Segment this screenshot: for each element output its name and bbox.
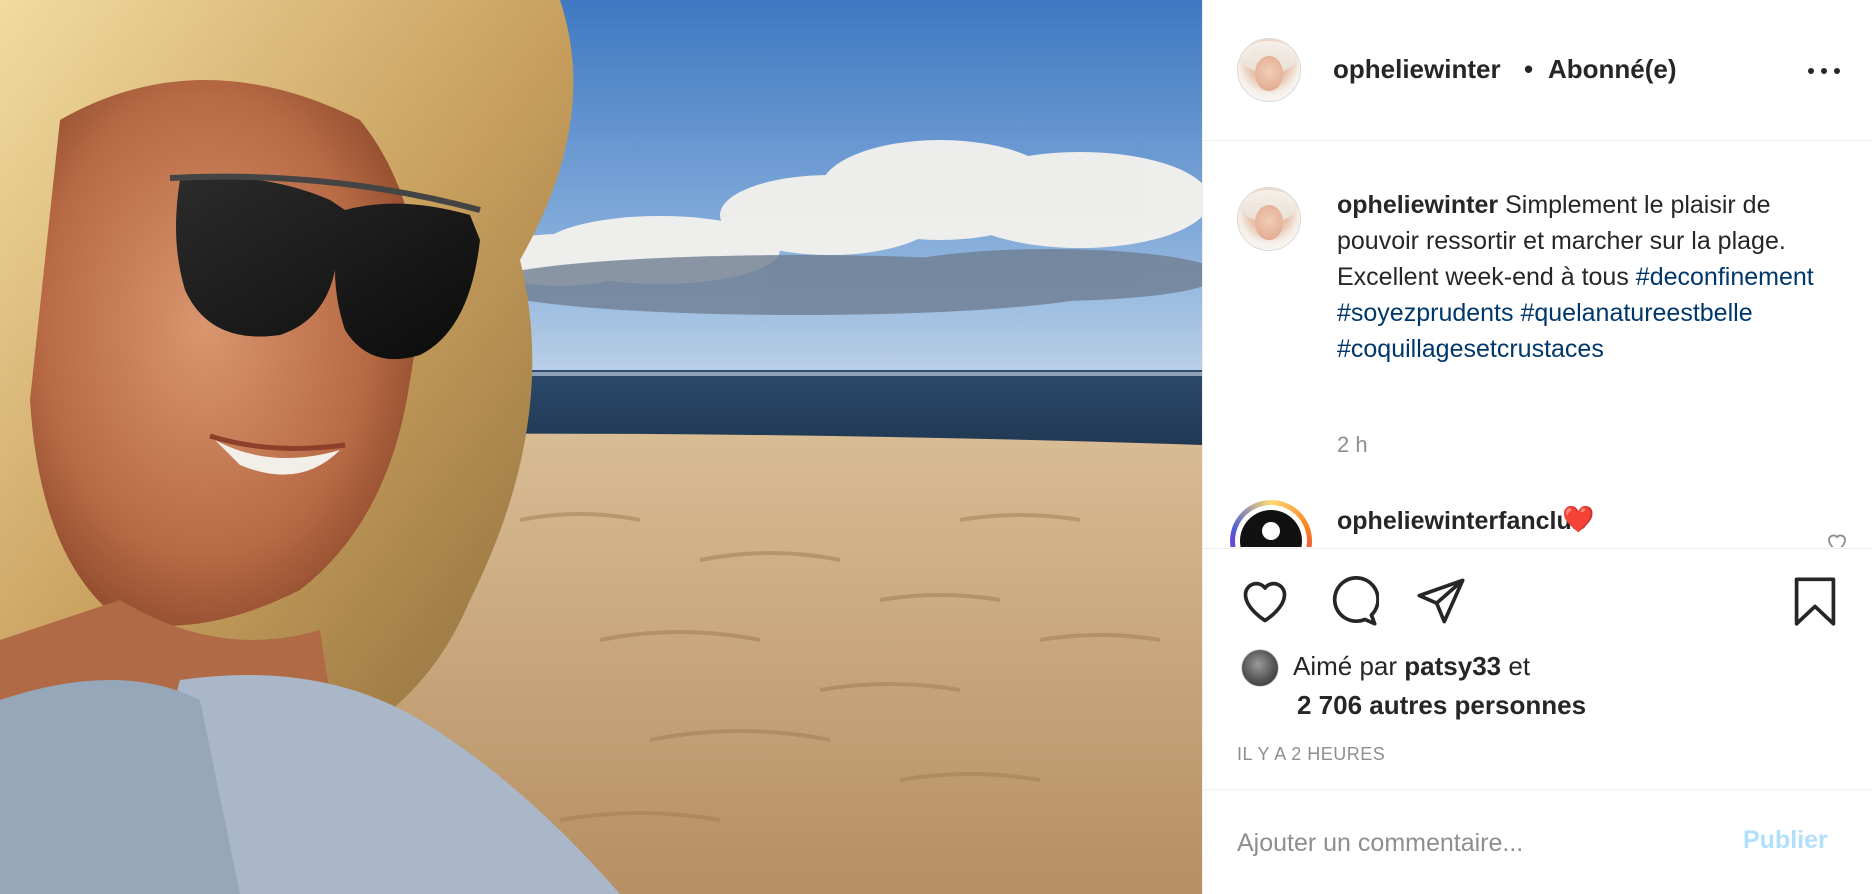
avatar-face [1255, 56, 1283, 92]
author-avatar[interactable] [1237, 38, 1301, 102]
bookmark-icon[interactable] [1789, 575, 1841, 627]
likes-conjunction: et [1508, 651, 1531, 681]
post-photo[interactable] [0, 0, 1202, 894]
hashtag-link[interactable]: #coquillagesetcrustaces [1337, 335, 1604, 363]
separator-dot: • [1524, 54, 1534, 84]
more-horizontal-icon[interactable] [1806, 54, 1842, 86]
hashtag-link[interactable]: #soyezprudents [1337, 299, 1514, 327]
hashtag-link[interactable]: #quelanatureestbelle [1520, 299, 1752, 327]
likes-prefix: Aimé par [1293, 651, 1398, 681]
comment-like-heart-icon[interactable] [1825, 530, 1849, 547]
post-header: opheliewinter • Abonné(e) [1203, 0, 1872, 141]
likes-count-link[interactable]: 2 706 autres personnes [1297, 690, 1586, 721]
commenter-avatar[interactable] [1230, 500, 1312, 547]
post-actions: Aimé par patsy33 et 2 706 autres personn… [1203, 548, 1872, 894]
comment-input[interactable] [1237, 820, 1717, 866]
send-icon[interactable] [1415, 575, 1467, 627]
first-liker-link[interactable]: patsy33 [1404, 651, 1501, 681]
caption-author-avatar[interactable] [1237, 187, 1301, 251]
caption-username[interactable]: opheliewinter [1337, 191, 1498, 219]
likes-summary-line: Aimé par patsy33 et [1293, 651, 1530, 682]
post-caption: opheliewinter Simplement le plaisir de p… [1337, 187, 1837, 367]
author-username[interactable]: opheliewinter [1333, 54, 1501, 85]
avatar-face [1255, 205, 1283, 241]
heart-icon[interactable] [1239, 575, 1291, 627]
caption-time: 2 h [1337, 432, 1368, 457]
hashtag-link[interactable]: #deconfinement [1636, 263, 1814, 291]
liker-avatar[interactable] [1241, 649, 1279, 687]
comment-text: ❤️ [1562, 504, 1595, 534]
comments-list[interactable]: opheliewinter Simplement le plaisir de p… [1203, 142, 1872, 547]
post-side-panel: opheliewinter • Abonné(e) opheliewinter … [1202, 0, 1872, 894]
follow-status-button[interactable]: Abonné(e) [1548, 54, 1677, 85]
photo-illustration [0, 0, 1202, 894]
post-timestamp[interactable]: IL Y A 2 HEURES [1237, 744, 1385, 765]
add-comment-bar: Publier [1203, 789, 1872, 894]
commenter-username[interactable]: opheliewinterfanclub [1337, 507, 1587, 536]
comment-icon[interactable] [1327, 575, 1379, 627]
publish-button[interactable]: Publier [1743, 826, 1828, 855]
